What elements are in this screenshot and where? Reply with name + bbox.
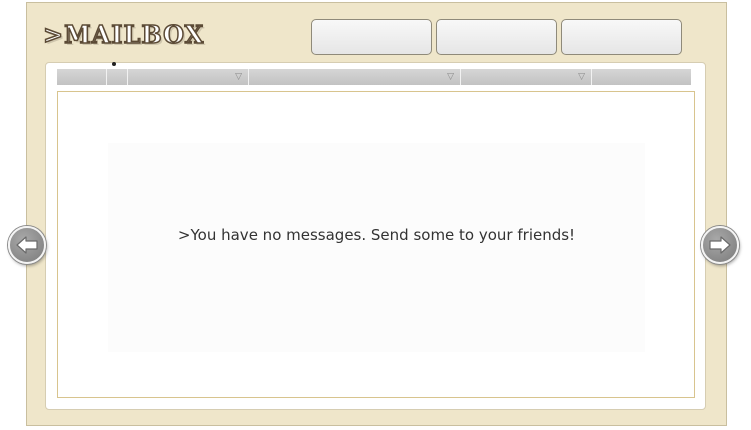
sort-triangle-icon: ▽ [447,72,454,82]
next-page-button[interactable] [701,226,739,264]
column-header-1[interactable] [57,69,107,85]
message-table-header: ▽ ▽ ▽ [57,69,691,85]
column-header-5[interactable]: ▽ [461,69,592,85]
previous-page-button[interactable] [8,226,46,264]
tab-button-3[interactable] [561,19,682,55]
empty-message-text: >You have no messages. Send some to your… [177,225,576,244]
arrow-left-icon [16,236,38,254]
selection-dot-icon [112,62,116,66]
empty-state-panel: >You have no messages. Send some to your… [108,143,645,352]
column-header-6[interactable] [592,69,691,85]
tab-button-1[interactable] [311,19,432,55]
sort-triangle-icon: ▽ [235,72,242,82]
mailbox-title: >MAILBOX [42,19,205,50]
tab-button-2[interactable] [436,19,557,55]
arrow-right-icon [709,236,731,254]
sort-triangle-icon: ▽ [578,72,585,82]
column-header-3[interactable]: ▽ [128,69,249,85]
column-header-4[interactable]: ▽ [249,69,461,85]
column-header-2[interactable] [107,69,128,85]
